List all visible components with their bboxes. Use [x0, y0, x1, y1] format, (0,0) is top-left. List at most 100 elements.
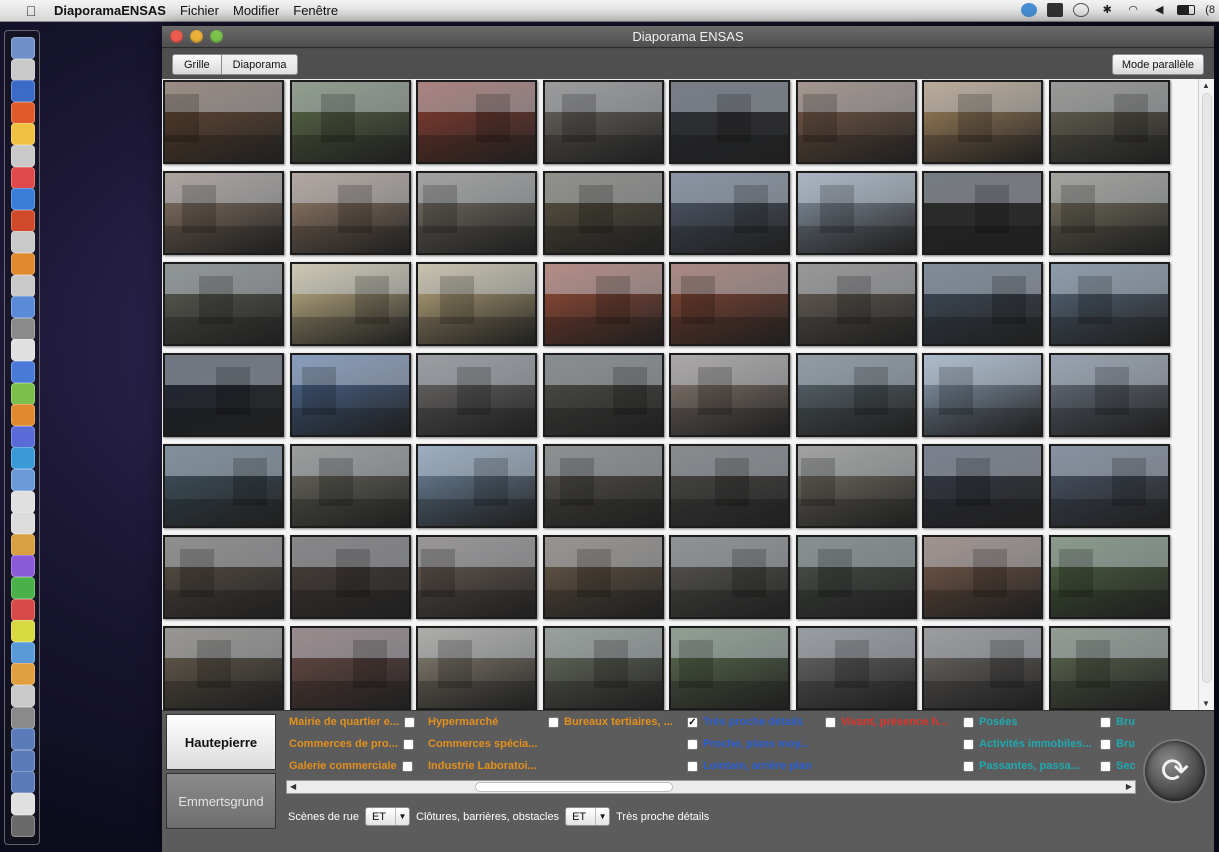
menu-modifier[interactable]: Modifier — [233, 3, 279, 18]
dock-app-icon[interactable] — [11, 771, 35, 794]
photo-thumbnail[interactable] — [1048, 444, 1170, 528]
category-galerie[interactable]: Galerie commerciale — [289, 760, 413, 772]
category-hypermarche[interactable]: Hypermarché — [428, 716, 498, 728]
dock-app-icon[interactable] — [11, 490, 35, 513]
dock-app-icon[interactable] — [11, 404, 35, 427]
dock-app-icon[interactable] — [11, 663, 35, 686]
photo-thumbnail[interactable] — [922, 262, 1043, 346]
category-tres-proche[interactable]: ✓ Très proche détails — [687, 716, 803, 728]
checkbox[interactable] — [963, 716, 974, 728]
photo-thumbnail[interactable] — [542, 171, 664, 255]
photo-thumbnail[interactable] — [795, 626, 917, 710]
photo-thumbnail[interactable] — [416, 171, 537, 255]
photo-thumbnail[interactable] — [669, 262, 790, 346]
checkbox[interactable] — [1100, 716, 1111, 728]
photo-thumbnail[interactable] — [163, 535, 284, 619]
dock-app-icon[interactable] — [11, 598, 35, 621]
category-proche[interactable]: Proche, plans moy... — [687, 738, 809, 750]
site-button-hautepierre[interactable]: Hautepierre — [166, 714, 276, 770]
dock-app-icon[interactable] — [11, 620, 35, 643]
dock-app-icon[interactable] — [11, 512, 35, 535]
volume-icon[interactable]: ◀ — [1151, 3, 1167, 17]
menu-fenetre[interactable]: Fenêtre — [293, 3, 338, 18]
photo-thumbnail[interactable] — [163, 171, 284, 255]
minimize-button[interactable] — [190, 30, 203, 43]
category-bru-1[interactable]: Bru — [1100, 716, 1135, 728]
photo-thumbnail[interactable] — [669, 353, 790, 437]
photo-thumbnail[interactable] — [1048, 80, 1170, 164]
photo-thumbnail[interactable] — [289, 80, 411, 164]
checkbox[interactable] — [1100, 760, 1111, 772]
dock-app-icon[interactable] — [11, 80, 35, 103]
dock-app-icon[interactable] — [11, 425, 35, 448]
photo-thumbnail[interactable] — [163, 626, 284, 710]
dock-app-icon[interactable] — [11, 317, 35, 340]
checkbox[interactable] — [402, 738, 414, 750]
dock-app-icon[interactable] — [11, 296, 35, 319]
photo-thumbnail[interactable] — [922, 80, 1043, 164]
dock-app-icon[interactable] — [11, 706, 35, 729]
dock-app-icon[interactable] — [11, 145, 35, 167]
category-activites[interactable]: Activités immobiles... — [963, 738, 1091, 750]
dock-app-icon[interactable] — [11, 447, 35, 470]
sync-icon[interactable] — [1021, 3, 1038, 17]
photo-thumbnail[interactable] — [922, 444, 1043, 528]
operator-select-1[interactable]: ET ▼ — [364, 807, 410, 826]
dock-app-icon[interactable] — [11, 685, 35, 707]
photo-thumbnail[interactable] — [542, 353, 664, 437]
photo-thumbnail[interactable] — [1048, 353, 1170, 437]
photo-thumbnail[interactable] — [163, 444, 284, 528]
scroll-left-arrow-icon[interactable]: ◀ — [290, 782, 296, 791]
photo-thumbnail[interactable] — [922, 626, 1043, 710]
checkbox[interactable] — [1100, 738, 1111, 750]
photo-thumbnail[interactable] — [289, 262, 411, 346]
photo-thumbnail[interactable] — [163, 80, 284, 164]
photo-thumbnail[interactable] — [669, 444, 790, 528]
photo-thumbnail[interactable] — [163, 353, 284, 437]
scroll-thumb[interactable] — [1202, 93, 1212, 683]
photo-thumbnail[interactable] — [542, 626, 664, 710]
horizontal-scrollbar[interactable]: ◀ ▶ — [286, 780, 1136, 794]
category-sec[interactable]: Sec — [1100, 760, 1136, 772]
dock-app-icon[interactable] — [11, 555, 35, 578]
dock-app-icon[interactable] — [11, 361, 35, 383]
horizontal-scroll-thumb[interactable] — [475, 782, 673, 792]
checkbox[interactable] — [404, 716, 416, 728]
photo-thumbnail[interactable] — [163, 262, 284, 346]
vertical-scrollbar[interactable]: ▲ ▼ — [1198, 79, 1214, 710]
checkbox[interactable] — [687, 738, 698, 750]
dock-app-icon[interactable] — [11, 814, 35, 837]
photo-thumbnail[interactable] — [289, 444, 411, 528]
category-vivant[interactable]: Vivant, présence h... — [825, 716, 947, 728]
display-icon[interactable] — [1047, 3, 1064, 17]
dock-app-icon[interactable] — [11, 728, 35, 751]
category-commerces-specialises[interactable]: Commerces spécia... — [428, 738, 537, 750]
dock-app-icon[interactable] — [11, 641, 35, 664]
photo-thumbnail[interactable] — [795, 262, 917, 346]
photo-thumbnail[interactable] — [1048, 262, 1170, 346]
site-button-emmertsgrund[interactable]: Emmertsgrund — [166, 773, 276, 829]
dock-app-icon[interactable] — [11, 231, 35, 254]
time-machine-icon[interactable] — [1073, 3, 1090, 17]
photo-thumbnail[interactable] — [289, 535, 411, 619]
operator-select-2[interactable]: ET ▼ — [565, 807, 611, 826]
photo-thumbnail[interactable] — [1048, 535, 1170, 619]
dock-app-icon[interactable] — [11, 577, 35, 599]
app-menu[interactable]: DiaporamaENSAS — [54, 3, 166, 18]
dock-app-icon[interactable] — [11, 274, 35, 297]
category-bureaux[interactable]: Bureaux tertiaires, ... — [548, 716, 673, 728]
dock-app-icon[interactable] — [11, 749, 35, 772]
dock-app-icon[interactable] — [11, 209, 35, 232]
photo-thumbnail[interactable] — [416, 626, 537, 710]
category-mairie[interactable]: Mairie de quartier e... — [289, 716, 416, 728]
category-lointain[interactable]: Lointain, arrière plan — [687, 760, 812, 772]
photo-thumbnail[interactable] — [669, 80, 790, 164]
scroll-right-arrow-icon[interactable]: ▶ — [1126, 782, 1132, 791]
photo-thumbnail[interactable] — [922, 171, 1043, 255]
photo-thumbnail[interactable] — [289, 171, 411, 255]
dock-app-icon[interactable] — [11, 101, 35, 124]
dock-app-icon[interactable] — [11, 793, 35, 815]
photo-thumbnail[interactable] — [922, 353, 1043, 437]
tab-grille[interactable]: Grille — [172, 54, 222, 75]
photo-thumbnail[interactable] — [795, 444, 917, 528]
